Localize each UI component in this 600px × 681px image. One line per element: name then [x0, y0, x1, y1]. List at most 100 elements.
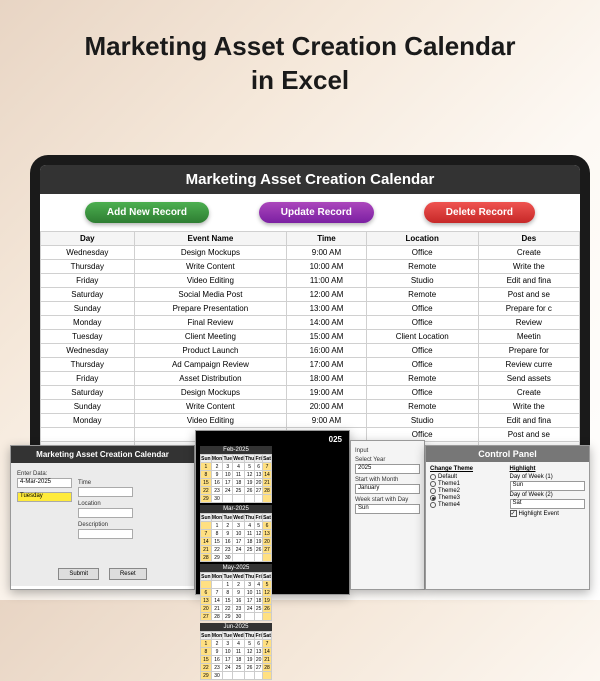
desc-field[interactable]	[78, 529, 133, 539]
cell-event: Product Launch	[134, 344, 287, 358]
cell-event: Prepare Presentation	[134, 302, 287, 316]
table-row[interactable]: FridayVideo Editing11:00 AMStudioEdit an…	[41, 274, 580, 288]
control-panel-title: Control Panel	[426, 446, 589, 462]
cell-day: Monday	[41, 414, 135, 428]
start-month-dropdown[interactable]: January	[355, 484, 420, 494]
cell-day: Tuesday	[41, 330, 135, 344]
action-buttons: Add New Record Update Record Delete Reco…	[40, 194, 580, 231]
cell-des: Create	[478, 386, 579, 400]
cell-des: Review	[478, 316, 579, 330]
table-row[interactable]: MondayVideo Editing9:00 AMStudioEdit and…	[41, 414, 580, 428]
mini-calendar[interactable]: Feb-2025SunMonTueWedThuFriSat12345678910…	[200, 446, 272, 503]
cell-des: Send assets	[478, 372, 579, 386]
side-input-panel: Input Select Year 2025 Start with Month …	[350, 440, 425, 590]
cell-time: 13:00 AM	[287, 302, 366, 316]
cell-day	[41, 428, 135, 442]
cell-event: Video Editing	[134, 274, 287, 288]
location-field[interactable]	[78, 508, 133, 518]
reset-button[interactable]: Reset	[109, 568, 147, 580]
cell-time: 12:00 AM	[287, 288, 366, 302]
cell-event: Asset Distribution	[134, 372, 287, 386]
cell-loc: Office	[366, 302, 478, 316]
dow1-label: Day of Week (1)	[510, 474, 586, 480]
highlight-event-checkbox[interactable]: ✓ Highlight Event	[510, 510, 586, 517]
cell-loc: Office	[366, 246, 478, 260]
week-start-label: Week start with Day	[355, 497, 420, 503]
checkbox-icon: ✓	[510, 510, 517, 517]
cell-day: Wednesday	[41, 246, 135, 260]
mini-calendar[interactable]: Mar-2025SunMonTueWedThuFriSat12345678910…	[200, 505, 272, 562]
cell-loc: Office	[366, 358, 478, 372]
mini-calendar[interactable]: Jun-2025SunMonTueWedThuFriSat12345678910…	[200, 623, 272, 680]
table-row[interactable]: ThursdayAd Campaign Review17:00 AMOffice…	[41, 358, 580, 372]
cell-event: Ad Campaign Review	[134, 358, 287, 372]
week-start-dropdown[interactable]: Sun	[355, 504, 420, 514]
hero-title: Marketing Asset Creation Calendar in Exc…	[0, 0, 600, 108]
dow1-dropdown[interactable]: Sun	[510, 481, 586, 491]
select-year-dropdown[interactable]: 2025	[355, 464, 420, 474]
table-row[interactable]: WednesdayProduct Launch16:00 AMOfficePre…	[41, 344, 580, 358]
theme-option[interactable]: Theme4	[430, 502, 506, 508]
radio-icon	[430, 488, 436, 494]
cell-loc: Remote	[366, 260, 478, 274]
table-row[interactable]: WednesdayDesign Mockups9:00 AMOfficeCrea…	[41, 246, 580, 260]
radio-icon	[430, 474, 436, 480]
time-label: Time	[78, 480, 135, 486]
cell-event: Write Content	[134, 400, 287, 414]
cell-event: Design Mockups	[134, 386, 287, 400]
cell-event: Video Editing	[134, 414, 287, 428]
cell-des: Write the	[478, 260, 579, 274]
cell-des: Write the	[478, 400, 579, 414]
mini-calendar-panel: 025 Feb-2025SunMonTueWedThuFriSat1234567…	[195, 430, 350, 595]
cell-des: Edit and fina	[478, 414, 579, 428]
table-row[interactable]: TuesdayClient Meeting15:00 AMClient Loca…	[41, 330, 580, 344]
cell-loc: Studio	[366, 414, 478, 428]
hero-line2: in Excel	[251, 65, 349, 95]
date-field[interactable]: 4-Mar-2025	[17, 478, 72, 488]
cell-event: Client Meeting	[134, 330, 287, 344]
col-des: Des	[478, 232, 579, 246]
table-row[interactable]: SundayWrite Content20:00 AMRemoteWrite t…	[41, 400, 580, 414]
delete-record-button[interactable]: Delete Record	[424, 202, 535, 223]
highlight-event-label: Highlight Event	[519, 511, 559, 517]
time-field[interactable]	[78, 487, 133, 497]
cell-day: Friday	[41, 372, 135, 386]
add-record-button[interactable]: Add New Record	[85, 202, 209, 223]
submit-button[interactable]: Submit	[58, 568, 99, 580]
cell-time: 15:00 AM	[287, 330, 366, 344]
cell-day: Thursday	[41, 260, 135, 274]
cell-des: Prepare for	[478, 344, 579, 358]
cell-event: Social Media Post	[134, 288, 287, 302]
cell-time: 18:00 AM	[287, 372, 366, 386]
dow2-dropdown[interactable]: Sat	[510, 499, 586, 509]
cell-des: Create	[478, 246, 579, 260]
table-row[interactable]: SaturdaySocial Media Post12:00 AMRemoteP…	[41, 288, 580, 302]
theme-option[interactable]: Theme1	[430, 481, 506, 487]
entry-form-panel: Marketing Asset Creation Calendar Enter …	[10, 445, 195, 590]
cell-time: 9:00 AM	[287, 246, 366, 260]
col-location: Location	[366, 232, 478, 246]
table-row[interactable]: FridayAsset Distribution18:00 AMRemoteSe…	[41, 372, 580, 386]
cell-loc: Client Location	[366, 330, 478, 344]
theme-option[interactable]: Theme2	[430, 488, 506, 494]
cell-event: Design Mockups	[134, 246, 287, 260]
cell-time: 11:00 AM	[287, 274, 366, 288]
table-row[interactable]: SundayPrepare Presentation13:00 AMOffice…	[41, 302, 580, 316]
cell-day: Saturday	[41, 288, 135, 302]
mini-calendar[interactable]: May-2025SunMonTueWedThuFriSat12345678910…	[200, 564, 272, 621]
cell-time: 17:00 AM	[287, 358, 366, 372]
theme-option[interactable]: Default	[430, 474, 506, 480]
table-row[interactable]: MondayFinal Review14:00 AMOfficeReview	[41, 316, 580, 330]
radio-icon	[430, 495, 436, 501]
cell-time: 20:00 AM	[287, 400, 366, 414]
radio-icon	[430, 502, 436, 508]
update-record-button[interactable]: Update Record	[259, 202, 374, 223]
theme-option[interactable]: Theme3	[430, 495, 506, 501]
col-time: Time	[287, 232, 366, 246]
control-panel: Control Panel Change Theme DefaultTheme1…	[425, 445, 590, 590]
table-row[interactable]: ThursdayWrite Content10:00 AMRemoteWrite…	[41, 260, 580, 274]
table-row[interactable]: SaturdayDesign Mockups19:00 AMOfficeCrea…	[41, 386, 580, 400]
cell-time: 16:00 AM	[287, 344, 366, 358]
day-field[interactable]: Tuesday	[17, 492, 72, 502]
cell-des: Post and se	[478, 288, 579, 302]
